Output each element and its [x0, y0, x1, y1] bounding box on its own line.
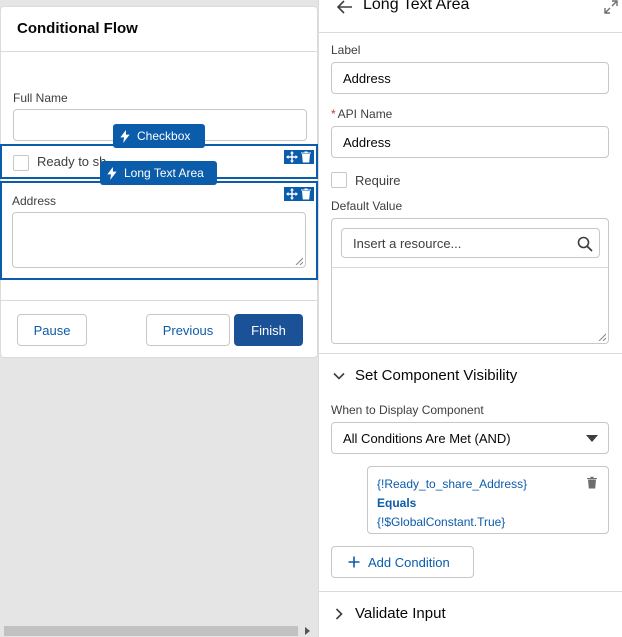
address-textarea[interactable]: [12, 212, 306, 268]
properties-panel: Long Text Area Label Address * API Name A…: [318, 0, 622, 637]
label-input[interactable]: Address: [331, 62, 609, 94]
panel-header: Long Text Area: [319, 0, 622, 33]
long-text-area-toolbar: [284, 187, 314, 201]
add-condition-button[interactable]: Add Condition: [331, 546, 474, 578]
delete-condition-icon[interactable]: [586, 476, 598, 489]
back-arrow-icon[interactable]: [337, 0, 353, 14]
dropdown-caret-icon: [586, 435, 598, 442]
pause-button[interactable]: Pause: [17, 314, 87, 346]
default-value-editor[interactable]: Insert a resource...: [331, 218, 609, 344]
checkbox-toolbar: [284, 150, 314, 164]
move-icon[interactable]: [286, 188, 298, 200]
resource-search-placeholder: Insert a resource...: [353, 235, 462, 251]
screen-canvas: Conditional Flow Full Name Pause Previou…: [0, 0, 318, 637]
when-to-display-select[interactable]: All Conditions Are Met (AND): [331, 422, 609, 454]
condition-operator[interactable]: Equals: [377, 494, 599, 513]
required-marker: *: [331, 107, 336, 121]
require-label: Require: [355, 173, 401, 188]
add-condition-label: Add Condition: [368, 554, 450, 570]
default-value-label: Default Value: [331, 199, 403, 213]
lightning-icon: [107, 166, 117, 180]
require-checkbox[interactable]: [331, 172, 347, 188]
condition-resource[interactable]: {!Ready_to_share_Address}: [377, 475, 599, 494]
editor-divider: [332, 267, 608, 268]
expand-icon[interactable]: [604, 0, 618, 14]
move-icon[interactable]: [286, 151, 298, 163]
lightning-icon: [120, 129, 130, 143]
long-text-area-tag-label: Long Text Area: [124, 166, 204, 180]
api-name-input[interactable]: Address: [331, 126, 609, 158]
visibility-section-toggle[interactable]: Set Component Visibility: [333, 367, 517, 384]
checkbox-type-tag[interactable]: Checkbox: [113, 124, 205, 148]
label-field-label: Label: [331, 43, 361, 57]
full-name-label: Full Name: [13, 91, 68, 105]
ready-to-share-checkbox[interactable]: [13, 155, 29, 171]
delete-icon[interactable]: [300, 188, 312, 200]
panel-title: Long Text Area: [363, 0, 470, 13]
chevron-right-icon: [335, 607, 343, 620]
checkbox-tag-label: Checkbox: [137, 129, 191, 143]
horizontal-scrollbar[interactable]: [0, 625, 318, 637]
section-divider: [319, 353, 622, 354]
screen-title: Conditional Flow: [17, 20, 138, 37]
chevron-down-icon: [333, 372, 345, 380]
finish-button[interactable]: Finish: [234, 314, 303, 346]
previous-button[interactable]: Previous: [146, 314, 230, 346]
resize-grip-icon[interactable]: [295, 257, 303, 265]
when-to-display-label: When to Display Component: [331, 403, 484, 417]
condition-card[interactable]: {!Ready_to_share_Address} Equals {!$Glob…: [367, 466, 609, 534]
visibility-section-title: Set Component Visibility: [355, 367, 518, 384]
long-text-area-component[interactable]: Address: [0, 181, 318, 280]
search-icon: [577, 236, 593, 252]
section-divider: [319, 591, 622, 592]
api-name-field-label: * API Name: [331, 107, 393, 121]
validate-section-toggle[interactable]: Validate Input: [333, 605, 446, 622]
condition-value[interactable]: {!$GlobalConstant.True}: [377, 513, 599, 532]
resize-grip-icon[interactable]: [598, 333, 606, 341]
when-to-display-value: All Conditions Are Met (AND): [343, 430, 511, 446]
address-label: Address: [12, 194, 57, 208]
resource-search-input[interactable]: Insert a resource...: [341, 228, 600, 258]
ready-to-share-label: Ready to sh: [37, 154, 107, 169]
footer-divider: [1, 300, 317, 301]
validate-section-title: Validate Input: [355, 605, 446, 622]
long-text-area-type-tag[interactable]: Long Text Area: [100, 161, 217, 185]
delete-icon[interactable]: [300, 151, 312, 163]
scrollbar-thumb[interactable]: [4, 626, 298, 636]
header-divider: [1, 51, 317, 52]
scroll-right-arrow-icon[interactable]: [305, 627, 310, 635]
plus-icon: [348, 556, 360, 568]
